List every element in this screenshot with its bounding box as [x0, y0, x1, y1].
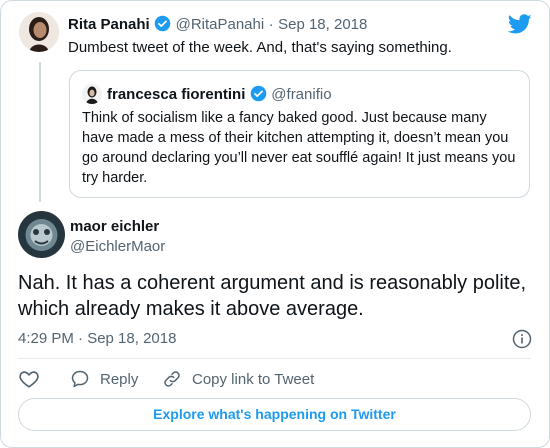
quoted-author-name[interactable]: francesca fiorentini	[107, 86, 245, 103]
divider	[18, 358, 531, 359]
link-icon	[164, 371, 180, 387]
heart-icon	[19, 371, 39, 388]
reply-label: Reply	[100, 370, 139, 388]
reply-timestamp[interactable]: 4:29 PM · Sep 18, 2018	[18, 330, 176, 347]
quoted-tweet-text: Think of socialism like a fancy baked go…	[82, 110, 516, 186]
rita-panahi-avatar[interactable]	[19, 12, 59, 52]
info-icon[interactable]	[512, 329, 532, 349]
dot-separator: ·	[268, 16, 274, 33]
twitter-bird-icon[interactable]	[507, 12, 532, 36]
reply-tweet-text: Nah. It has a coherent argument and is r…	[18, 272, 527, 320]
quoted-author-handle[interactable]: @franifio	[271, 86, 331, 103]
parent-author-handle[interactable]: @RitaPanahi	[176, 16, 265, 33]
explore-twitter-button[interactable]: Explore what's happening on Twitter	[18, 398, 531, 431]
reply-author-name[interactable]: maor eichler	[70, 218, 159, 235]
speech-bubble-icon	[71, 370, 89, 388]
thread-connector-line	[39, 62, 41, 202]
reply-button[interactable]: Reply	[70, 369, 138, 389]
reply-author-handle[interactable]: @EichlerMaor	[70, 238, 165, 255]
like-button[interactable]	[18, 368, 42, 390]
francesca-fiorentini-avatar[interactable]	[82, 84, 102, 104]
parent-tweet-header: Rita Panahi @RitaPanahi · Sep 18, 2018	[68, 15, 367, 37]
verified-badge-icon	[154, 15, 171, 37]
verified-badge-icon	[250, 85, 267, 107]
parent-tweet-date[interactable]: Sep 18, 2018	[278, 16, 367, 33]
quoted-tweet-header: francesca fiorentini @franifio	[107, 85, 332, 107]
copy-link-label: Copy link to Tweet	[192, 370, 315, 388]
copy-link-button[interactable]: Copy link to Tweet	[162, 369, 314, 389]
maor-eichler-avatar[interactable]	[18, 211, 65, 258]
parent-author-name[interactable]: Rita Panahi	[68, 16, 150, 33]
parent-tweet-text: Dumbest tweet of the week. And, that's s…	[68, 39, 452, 56]
